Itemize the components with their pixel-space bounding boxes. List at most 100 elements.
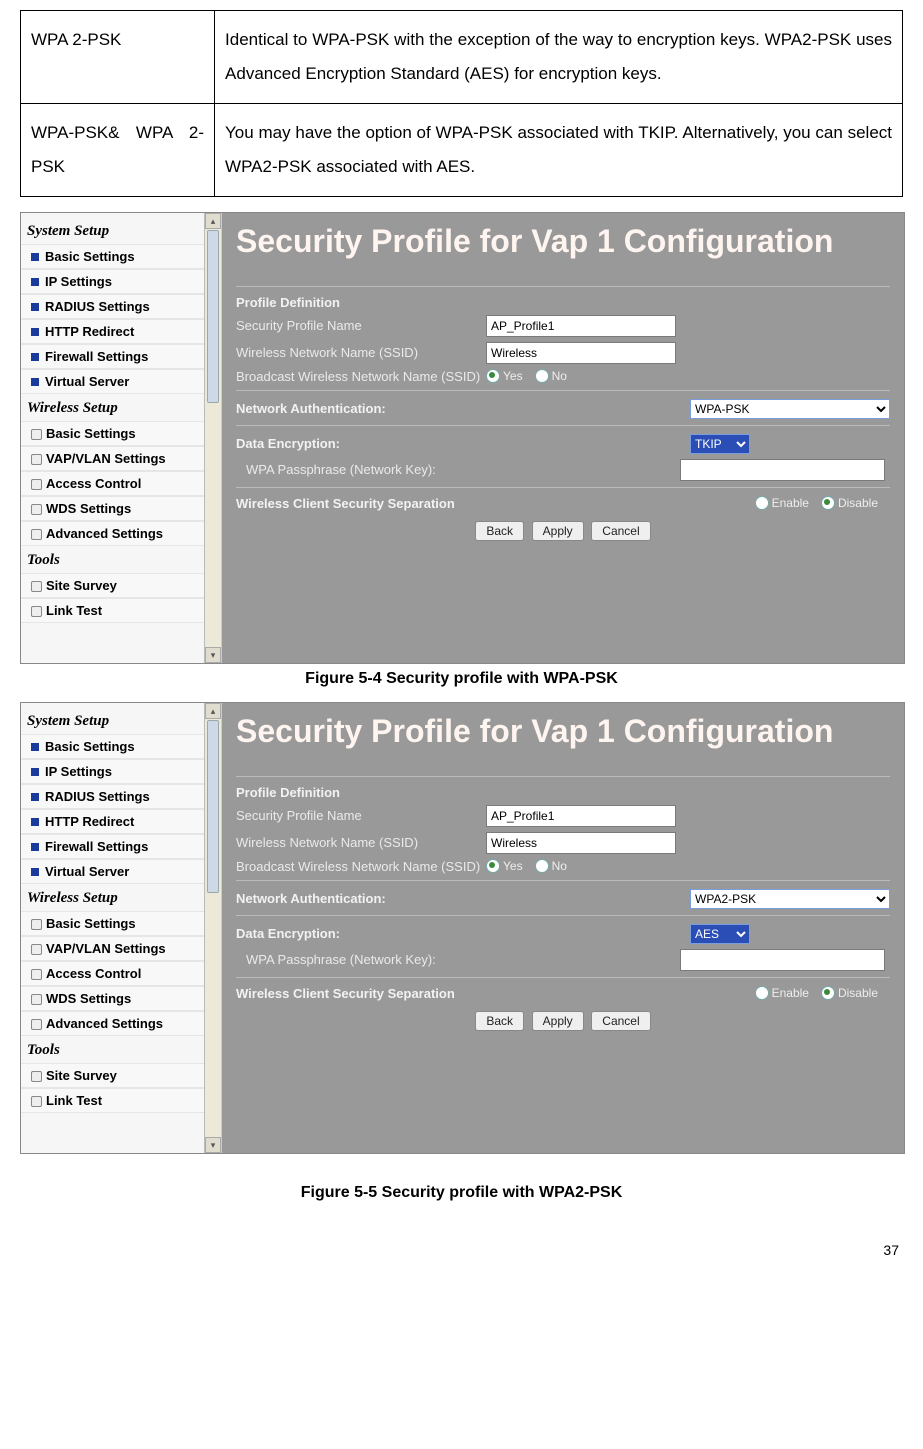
doc-icon — [31, 994, 40, 1003]
enable-radio[interactable] — [755, 986, 769, 1000]
enable-label: Enable — [772, 986, 809, 1000]
sidebar-item-basic-settings[interactable]: Basic Settings — [21, 734, 221, 759]
profile-name-input[interactable] — [486, 805, 676, 827]
nav-sidebar: ▴ ▾ System Setup Basic Settings IP Setti… — [21, 213, 222, 663]
section-wireless-setup: Wireless Setup — [21, 884, 221, 911]
sidebar-scrollbar[interactable]: ▴ ▾ — [204, 703, 221, 1153]
yes-label: Yes — [503, 369, 523, 383]
sidebar-item-virtual-server[interactable]: Virtual Server — [21, 369, 221, 394]
net-auth-select[interactable]: WPA-PSK — [690, 399, 890, 419]
back-button[interactable]: Back — [475, 1011, 524, 1031]
scroll-up-icon[interactable]: ▴ — [205, 213, 221, 229]
sidebar-item-link-test[interactable]: Link Test — [21, 598, 221, 623]
passphrase-label: WPA Passphrase (Network Key): — [246, 952, 680, 967]
sidebar-item-advanced-settings[interactable]: Advanced Settings — [21, 1011, 221, 1036]
ssid-input[interactable] — [486, 832, 676, 854]
square-icon — [31, 768, 39, 776]
passphrase-input[interactable] — [680, 949, 885, 971]
figure-5-4: ▴ ▾ System Setup Basic Settings IP Setti… — [20, 212, 905, 664]
sidebar-item-advanced-settings[interactable]: Advanced Settings — [21, 521, 221, 546]
sidebar-item-vap-vlan[interactable]: VAP/VLAN Settings — [21, 446, 221, 471]
doc-icon — [31, 606, 40, 615]
no-label: No — [552, 859, 567, 873]
scroll-thumb[interactable] — [207, 720, 219, 893]
table-cell: WPA 2-PSK — [21, 11, 215, 104]
security-separation-label: Wireless Client Security Separation — [236, 986, 755, 1001]
sidebar-item-access-control[interactable]: Access Control — [21, 961, 221, 986]
data-enc-label: Data Encryption: — [236, 436, 690, 451]
sidebar-item-wds-settings[interactable]: WDS Settings — [21, 986, 221, 1011]
square-icon — [31, 328, 39, 336]
ssid-input[interactable] — [486, 342, 676, 364]
net-auth-select[interactable]: WPA2-PSK — [690, 889, 890, 909]
disable-radio[interactable] — [821, 496, 835, 510]
passphrase-input[interactable] — [680, 459, 885, 481]
sidebar-item-label: Basic Settings — [46, 916, 136, 931]
figure-5-5-caption: Figure 5-5 Security profile with WPA2-PS… — [20, 1184, 903, 1202]
enable-radio[interactable] — [755, 496, 769, 510]
sidebar-item-label: WDS Settings — [46, 501, 131, 516]
data-enc-select[interactable]: AES — [690, 924, 750, 944]
sidebar-item-firewall-settings[interactable]: Firewall Settings — [21, 834, 221, 859]
section-system-setup: System Setup — [21, 707, 221, 734]
sidebar-item-radius-settings[interactable]: RADIUS Settings — [21, 784, 221, 809]
broadcast-yes-radio[interactable] — [486, 369, 500, 383]
apply-button[interactable]: Apply — [532, 521, 584, 541]
sidebar-item-http-redirect[interactable]: HTTP Redirect — [21, 809, 221, 834]
definition-table: WPA 2-PSK Identical to WPA-PSK with the … — [20, 10, 903, 197]
section-system-setup: System Setup — [21, 217, 221, 244]
apply-button[interactable]: Apply — [532, 1011, 584, 1031]
no-label: No — [552, 369, 567, 383]
sidebar-item-label: VAP/VLAN Settings — [46, 941, 166, 956]
sidebar-item-firewall-settings[interactable]: Firewall Settings — [21, 344, 221, 369]
scroll-down-icon[interactable]: ▾ — [205, 1137, 221, 1153]
sidebar-item-site-survey[interactable]: Site Survey — [21, 1063, 221, 1088]
content-panel: Security Profile for Vap 1 Configuration… — [222, 703, 904, 1153]
sidebar-item-ip-settings[interactable]: IP Settings — [21, 269, 221, 294]
profile-name-label: Security Profile Name — [236, 318, 486, 333]
cancel-button[interactable]: Cancel — [591, 1011, 650, 1031]
sidebar-item-access-control[interactable]: Access Control — [21, 471, 221, 496]
disable-radio[interactable] — [821, 986, 835, 1000]
sidebar-item-label: Basic Settings — [45, 249, 135, 264]
sidebar-item-vap-vlan[interactable]: VAP/VLAN Settings — [21, 936, 221, 961]
scroll-thumb[interactable] — [207, 230, 219, 403]
table-cell: WPA-PSK& WPA 2-PSK — [21, 104, 215, 197]
enable-label: Enable — [772, 496, 809, 510]
square-icon — [31, 868, 39, 876]
scroll-up-icon[interactable]: ▴ — [205, 703, 221, 719]
sidebar-item-label: Basic Settings — [45, 739, 135, 754]
sidebar-item-virtual-server[interactable]: Virtual Server — [21, 859, 221, 884]
broadcast-yes-radio[interactable] — [486, 859, 500, 873]
doc-icon — [31, 1071, 40, 1080]
sidebar-item-w-basic[interactable]: Basic Settings — [21, 911, 221, 936]
scroll-down-icon[interactable]: ▾ — [205, 647, 221, 663]
net-auth-label: Network Authentication: — [236, 401, 690, 416]
doc-icon — [31, 1096, 40, 1105]
sidebar-item-ip-settings[interactable]: IP Settings — [21, 759, 221, 784]
sidebar-item-wds-settings[interactable]: WDS Settings — [21, 496, 221, 521]
data-enc-select[interactable]: TKIP — [690, 434, 750, 454]
sidebar-item-label: IP Settings — [45, 274, 112, 289]
doc-icon — [31, 944, 40, 953]
nav-sidebar: ▴ ▾ System Setup Basic Settings IP Setti… — [21, 703, 222, 1153]
sidebar-item-radius-settings[interactable]: RADIUS Settings — [21, 294, 221, 319]
square-icon — [31, 253, 39, 261]
sidebar-scrollbar[interactable]: ▴ ▾ — [204, 213, 221, 663]
sidebar-item-link-test[interactable]: Link Test — [21, 1088, 221, 1113]
sidebar-item-label: Site Survey — [46, 1068, 117, 1083]
doc-icon — [31, 581, 40, 590]
broadcast-no-radio[interactable] — [535, 859, 549, 873]
section-tools: Tools — [21, 546, 221, 573]
cancel-button[interactable]: Cancel — [591, 521, 650, 541]
broadcast-no-radio[interactable] — [535, 369, 549, 383]
back-button[interactable]: Back — [475, 521, 524, 541]
sidebar-item-w-basic[interactable]: Basic Settings — [21, 421, 221, 446]
sidebar-item-site-survey[interactable]: Site Survey — [21, 573, 221, 598]
sidebar-item-basic-settings[interactable]: Basic Settings — [21, 244, 221, 269]
sidebar-item-label: Advanced Settings — [46, 526, 163, 541]
sidebar-item-label: Basic Settings — [46, 426, 136, 441]
sidebar-item-http-redirect[interactable]: HTTP Redirect — [21, 319, 221, 344]
profile-name-input[interactable] — [486, 315, 676, 337]
sidebar-item-label: Firewall Settings — [45, 349, 148, 364]
